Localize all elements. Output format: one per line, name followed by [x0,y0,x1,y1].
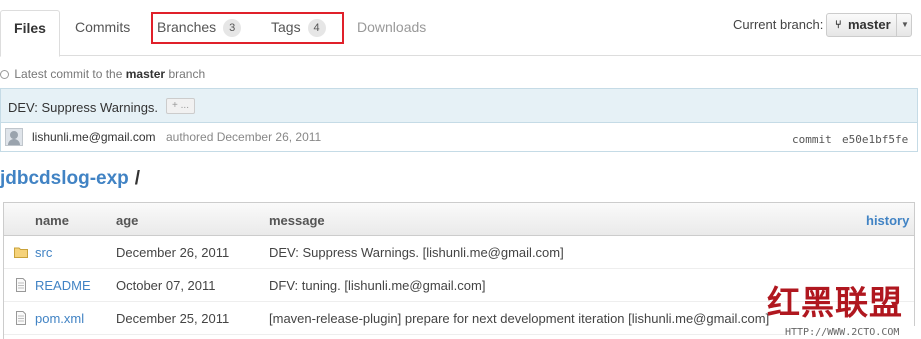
history-link[interactable]: history [866,213,909,228]
branch-selector-button[interactable]: ⑂ master ▼ [826,13,912,37]
breadcrumb: jdbcdslog-exp / [0,168,140,190]
file-age: December 25, 2011 [116,311,230,326]
commit-sha-label: commit [792,133,832,146]
latest-commit-branch: master [125,67,166,81]
watermark-url: HTTP://WWW.2CTO.COM [785,326,921,339]
latest-commit-header: Latest commit to the master branch [0,67,205,81]
branch-selector-divider [896,14,897,36]
file-icon [16,278,26,292]
breadcrumb-separator: / [134,168,141,189]
latest-commit-prefix: Latest commit to the [14,67,123,81]
commit-authored-date: authored December 26, 2011 [166,130,322,144]
column-header-age: age [116,213,139,228]
commit-message[interactable]: DEV: Suppress Warnings. [8,100,158,115]
table-row: src December 26, 2011 DEV: Suppress Warn… [4,236,914,269]
latest-commit-box: DEV: Suppress Warnings. + ... lishunli.m… [0,88,918,152]
column-header-message: message [269,213,325,228]
annotation-highlight-box [151,12,344,44]
repo-tab-bar: Files Commits Branches 3 Tags 4 Downloads … [0,0,921,57]
file-name-link[interactable]: pom.xml [35,311,84,326]
watermark-logo: 红黑联盟 [767,283,903,322]
breadcrumb-repo-link[interactable]: jdbcdslog-exp [0,168,129,189]
file-commit-message[interactable]: [maven-release-plugin] prepare for next … [269,311,769,326]
branch-selector-value: master [848,17,891,32]
file-commit-message[interactable]: DEV: Suppress Warnings. [lishunli.me@gma… [269,245,564,260]
file-icon [16,311,26,325]
tab-commits[interactable]: Commits [61,10,144,56]
tab-files[interactable]: Files [0,10,60,57]
current-branch-label: Current branch: [733,17,824,32]
file-commit-message[interactable]: DFV: tuning. [lishunli.me@gmail.com] [269,278,485,293]
column-header-name: name [35,213,69,228]
avatar [5,128,23,146]
clock-icon [0,70,9,79]
commit-message-row: DEV: Suppress Warnings. + ... [1,89,917,123]
file-age: October 07, 2011 [116,278,216,293]
table-header: name age message history [4,203,914,236]
chevron-down-icon: ▼ [901,20,909,29]
folder-icon [14,247,28,258]
branch-icon: ⑂ [835,19,842,31]
commit-author[interactable]: lishunli.me@gmail.com [32,130,156,144]
commit-expander-button[interactable]: + ... [166,98,195,114]
latest-commit-suffix: branch [168,67,206,81]
file-name-link[interactable]: README [35,278,91,293]
commit-meta-row: lishunli.me@gmail.com authored December … [1,123,917,151]
tab-downloads[interactable]: Downloads [343,10,440,56]
file-age: December 26, 2011 [116,245,230,260]
commit-sha[interactable]: e50e1bf5fe [842,133,908,146]
file-name-link[interactable]: src [35,245,52,260]
